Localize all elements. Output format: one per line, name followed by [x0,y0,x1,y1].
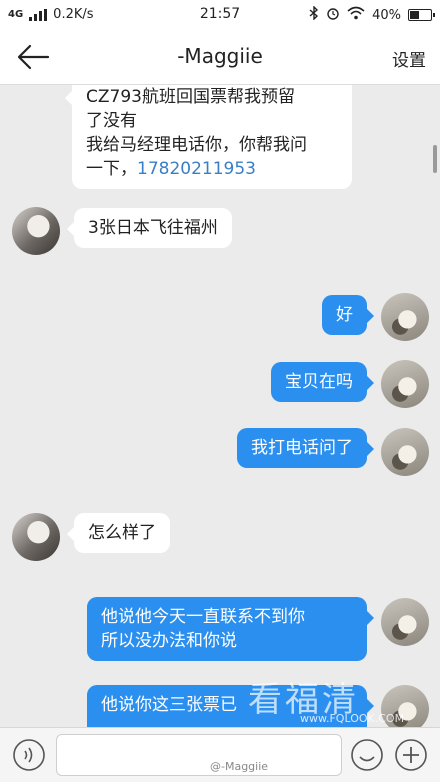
voice-button[interactable] [12,738,46,772]
message-input[interactable] [56,734,342,776]
bluetooth-icon [309,5,319,24]
message-bubble[interactable]: 宝贝在吗 [271,362,374,402]
contact-avatar[interactable] [12,207,60,255]
emoji-icon [351,739,383,771]
input-bar [0,727,440,782]
scrollbar[interactable] [433,145,437,173]
message-line: 我给马经理电话你，你帮我问 [86,135,307,155]
message-bubble[interactable]: 怎么样了 [67,513,170,553]
voice-icon [13,739,45,771]
message-text: 宝贝在吗 [285,372,353,392]
battery-percent: 40% [372,7,401,23]
watermark-url: www.FQLOOK.COM [300,712,405,725]
emoji-button[interactable] [350,738,384,772]
settings-button[interactable]: 设置 [392,46,426,71]
user-avatar[interactable] [381,293,429,341]
status-bar: 4G 0.2K/s 21:57 40% [0,0,440,30]
message-bubble[interactable]: 他说他今天一直联系不到你 所以没办法和你说 [87,597,374,661]
message-text: 3张日本飞往福州 [88,218,218,238]
user-avatar[interactable] [381,598,429,646]
message-text: 好 [336,305,353,325]
plus-button[interactable] [394,738,428,772]
weibo-watermark: @-Maggiie [210,760,269,773]
message-line: 了没有 [86,111,137,131]
message-line: CZ793航班回国票帮我预留 [86,87,295,107]
message-bubble[interactable]: CZ793航班回国票帮我预留 了没有 我给马经理电话你，你帮我问 一下，1782… [65,85,352,189]
phone-link[interactable]: 17820211953 [137,159,256,179]
message-line: 一下，17820211953 [86,159,256,179]
status-right: 40% [309,5,435,24]
message-text: 怎么样了 [88,523,156,543]
chat-title: -Maggiie [177,44,263,68]
message-line: 他说他今天一直联系不到你 [101,607,305,627]
message-text: 他说你这三张票已 [101,695,237,715]
user-avatar[interactable] [381,428,429,476]
battery-icon [408,9,435,21]
user-avatar[interactable] [381,360,429,408]
plus-icon [395,739,427,771]
wifi-icon [347,6,365,24]
message-bubble[interactable]: 3张日本飞往福州 [67,208,232,248]
message-line: 所以没办法和你说 [101,631,237,651]
chat-area[interactable]: CZ793航班回国票帮我预留 了没有 我给马经理电话你，你帮我问 一下，1782… [0,85,440,727]
alarm-icon [326,6,340,24]
message-bubble[interactable]: 好 [322,295,374,335]
contact-avatar[interactable] [12,513,60,561]
message-bubble[interactable]: 我打电话问了 [237,428,374,468]
message-text: 我打电话问了 [251,438,353,458]
title-bar: -Maggiie 设置 [0,30,440,85]
